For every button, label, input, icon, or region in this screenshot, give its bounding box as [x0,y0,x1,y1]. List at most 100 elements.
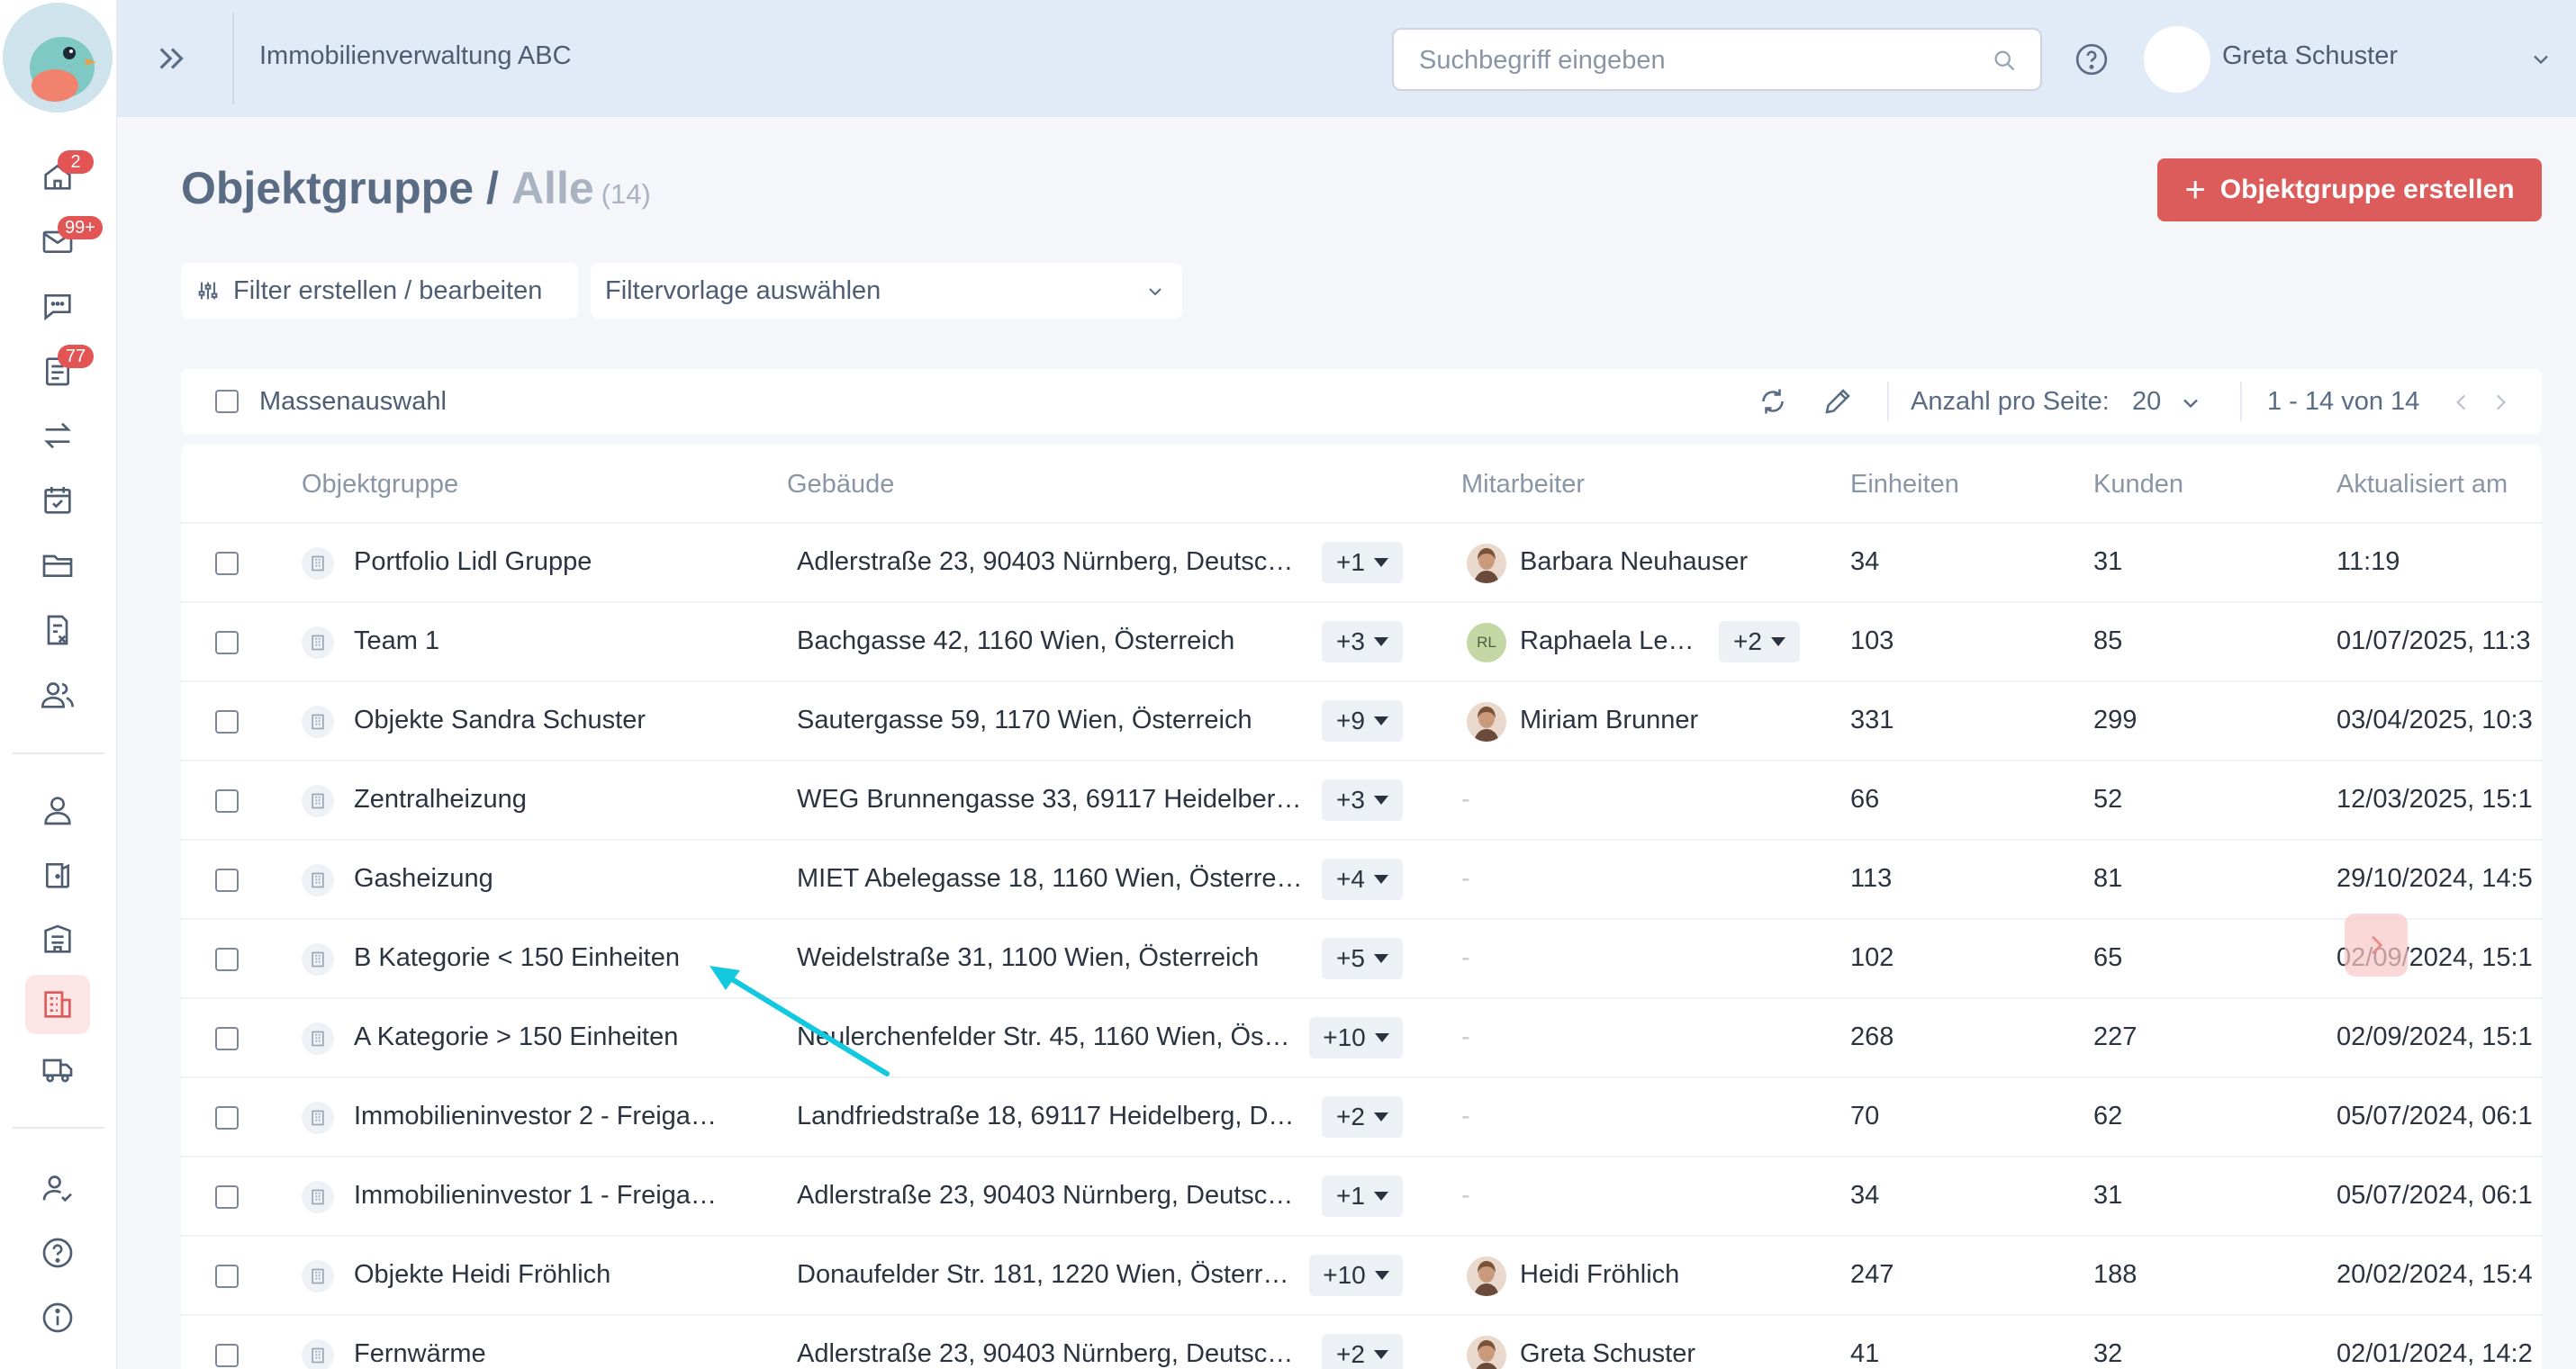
nav-units[interactable] [25,845,90,905]
more-buildings-chip[interactable]: +4 [1322,859,1403,900]
table-row[interactable]: Immobilieninvestor 2 - Freiga… Landfrieds… [181,1078,2542,1157]
more-buildings-chip[interactable]: +10 [1309,1255,1403,1296]
units-count: 34 [1850,547,1880,576]
column-header-einheiten[interactable]: Einheiten [1850,470,1959,500]
column-header-mitarbeiter[interactable]: Mitarbeiter [1461,470,1585,500]
more-buildings-chip[interactable]: +1 [1322,542,1403,583]
more-buildings-chip[interactable]: +9 [1322,700,1403,742]
nav-object-groups[interactable] [25,975,90,1034]
per-page-value[interactable]: 20 [2132,387,2161,417]
toolbar-divider [1887,382,1889,421]
chevron-right-icon[interactable] [2489,391,2512,414]
create-object-group-button[interactable]: + Objektgruppe erstellen [2157,158,2542,221]
object-group-name[interactable]: B Kategorie < 150 Einheiten [354,943,741,973]
table-row[interactable]: Objekte Sandra Schuster Sautergasse 59, 1… [181,682,2542,761]
chevron-down-icon[interactable] [2528,47,2553,72]
table-row[interactable]: A Kategorie > 150 Einheiten Neulerchenfel… [181,999,2542,1078]
table-row[interactable]: Portfolio Lidl Gruppe Adlerstraße 23, 904… [181,524,2542,603]
object-group-name[interactable]: Portfolio Lidl Gruppe [354,547,741,577]
table-row[interactable]: Immobilieninvestor 1 - Freiga… Adlerstraß… [181,1157,2542,1237]
mass-select-checkbox[interactable] [215,390,239,413]
more-buildings-chip[interactable]: +2 [1322,1096,1403,1138]
row-checkbox[interactable] [215,1106,239,1130]
user-avatar[interactable] [2144,26,2210,93]
more-buildings-chip[interactable]: +5 [1322,938,1403,979]
search-input[interactable] [1419,42,1959,78]
help-icon [42,1238,73,1268]
nav-persons[interactable] [25,780,90,840]
chevron-left-icon[interactable] [2450,391,2473,414]
edit-pencil-icon[interactable] [1821,385,1854,418]
app-logo[interactable] [3,3,113,113]
more-buildings-chip[interactable]: +3 [1322,779,1403,821]
more-buildings-chip[interactable]: +2 [1322,1334,1403,1369]
row-checkbox[interactable] [215,631,239,654]
row-checkbox[interactable] [215,869,239,892]
row-checkbox[interactable] [215,710,239,734]
table-row[interactable]: B Kategorie < 150 Einheiten Weidelstraße … [181,920,2542,999]
table-row[interactable]: Gasheizung MIET Abelegasse 18, 1160 Wien,… [181,841,2542,920]
object-group-name[interactable]: Zentralheizung [354,785,741,815]
table-row[interactable]: Zentralheizung WEG Brunnengasse 33, 69117… [181,761,2542,841]
object-group-row-icon [302,943,334,976]
scroll-right-button[interactable] [2345,914,2408,977]
units-count: 247 [1850,1260,1894,1289]
column-header-aktualisiert[interactable]: Aktualisiert am [2336,470,2508,500]
units-count: 103 [1850,626,1894,655]
customers-count: 227 [2093,1022,2138,1051]
sliders-icon [198,282,218,300]
object-group-icon [44,991,71,1018]
column-header-kunden[interactable]: Kunden [2093,470,2183,500]
row-checkbox[interactable] [215,948,239,971]
nav-suppliers[interactable] [25,1040,90,1099]
search-icon[interactable] [1992,48,2017,73]
object-group-name[interactable]: Objekte Sandra Schuster [354,706,741,735]
expand-sidebar-icon[interactable] [153,40,191,77]
chevron-down-icon[interactable] [2178,391,2203,416]
more-employees-chip[interactable]: +2 [1719,621,1800,662]
table-row[interactable]: Team 1 Bachgasse 42, 1160 Wien, Österreic… [181,603,2542,682]
object-group-name[interactable]: Team 1 [354,626,741,656]
building-address: Bachgasse 42, 1160 Wien, Österreich [797,626,1235,655]
more-buildings-count: +4 [1336,865,1365,893]
column-header-objektgruppe[interactable]: Objektgruppe [302,470,458,500]
more-buildings-chip[interactable]: +1 [1322,1175,1403,1217]
caret-down-icon [1374,1271,1389,1280]
nav-contacts[interactable] [25,665,90,725]
nav-documents[interactable] [25,536,90,595]
row-checkbox[interactable] [215,1185,239,1209]
user-name[interactable]: Greta Schuster [2222,41,2398,71]
nav-info[interactable] [25,1288,90,1347]
column-header-gebaeude[interactable]: Gebäude [787,470,894,500]
object-group-name[interactable]: Immobilieninvestor 1 - Freiga… [354,1181,741,1211]
row-checkbox[interactable] [215,552,239,575]
object-group-name[interactable]: A Kategorie > 150 Einheiten [354,1022,741,1052]
nav-calendar[interactable] [25,471,90,530]
nav-user-management[interactable] [25,1158,90,1218]
row-checkbox[interactable] [215,1027,239,1050]
more-buildings-chip[interactable]: +10 [1309,1017,1403,1058]
nav-chat[interactable] [25,276,90,336]
table-row[interactable]: Objekte Heidi Fröhlich Donaufelder Str. 1… [181,1237,2542,1316]
row-checkbox[interactable] [215,789,239,813]
object-group-name[interactable]: Fernwärme [354,1339,741,1369]
nav-transfer[interactable] [25,406,90,465]
nav-invoices[interactable] [25,600,90,660]
refresh-icon[interactable] [1757,385,1789,418]
table-row[interactable]: Fernwärme Adlerstraße 23, 90403 Nürnberg,… [181,1316,2542,1369]
nav-help[interactable] [25,1223,90,1283]
help-circle-icon[interactable] [2074,41,2110,77]
filter-template-select[interactable]: Filtervorlage auswählen [591,263,1182,319]
object-group-name[interactable]: Immobilieninvestor 2 - Freiga… [354,1102,741,1131]
create-object-group-label: Objektgruppe erstellen [2219,175,2515,204]
nav-buildings[interactable] [25,910,90,969]
filter-edit-button[interactable]: Filter erstellen / bearbeiten [181,263,578,319]
object-group-name[interactable]: Gasheizung [354,864,741,894]
person-icon [44,797,71,825]
row-checkbox[interactable] [215,1265,239,1288]
object-group-name[interactable]: Objekte Heidi Fröhlich [354,1260,741,1290]
search-box[interactable] [1392,28,2042,91]
more-buildings-chip[interactable]: +3 [1322,621,1403,662]
employee-name: - [1461,1181,1470,1210]
row-checkbox[interactable] [215,1344,239,1367]
